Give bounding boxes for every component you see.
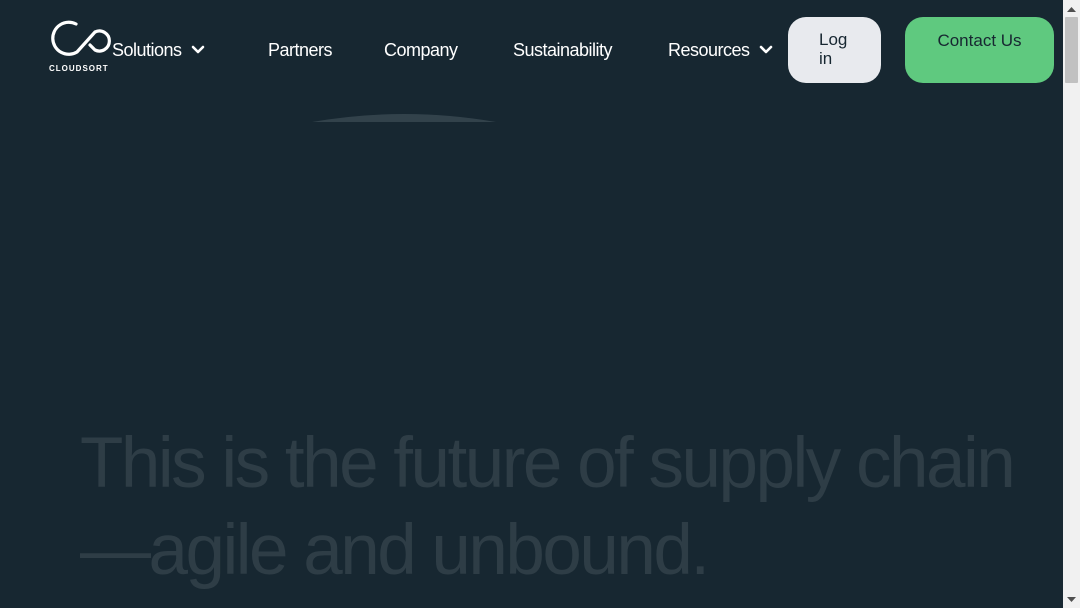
scroll-up-arrow-icon[interactable] xyxy=(1063,0,1080,17)
contact-us-button-label: Contact Us xyxy=(937,31,1022,50)
login-button[interactable]: Log in xyxy=(788,17,881,83)
login-button-label: Log in xyxy=(819,30,848,68)
nav-solutions-label: Solutions xyxy=(112,39,182,60)
nav-sustainability[interactable]: Sustainability xyxy=(513,38,613,62)
nav-resources[interactable]: Resources xyxy=(668,38,773,62)
contact-us-button[interactable]: Contact Us xyxy=(905,17,1054,83)
decorative-arc xyxy=(312,114,496,122)
nav-sustainability-label: Sustainability xyxy=(513,39,613,60)
vertical-scrollbar[interactable] xyxy=(1063,0,1080,608)
scrollbar-thumb[interactable] xyxy=(1065,17,1078,83)
infinity-cloud-logo-icon xyxy=(51,20,111,56)
logo-wordmark: CLOUDSORT xyxy=(49,64,109,73)
nav-partners[interactable]: Partners xyxy=(268,38,333,62)
scroll-down-arrow-icon[interactable] xyxy=(1063,591,1080,608)
viewport: CLOUDSORT Solutions Partners Company Sus… xyxy=(0,0,1063,608)
nav-partners-label: Partners xyxy=(268,39,333,60)
nav-company[interactable]: Company xyxy=(384,38,458,62)
browser-page: CLOUDSORT Solutions Partners Company Sus… xyxy=(0,0,1080,608)
chevron-down-icon xyxy=(759,45,772,54)
nav-resources-label: Resources xyxy=(668,39,750,60)
nav-company-label: Company xyxy=(384,39,458,60)
cloudsort-logo[interactable]: CLOUDSORT xyxy=(46,14,116,76)
nav-solutions[interactable]: Solutions xyxy=(112,38,205,62)
chevron-down-icon xyxy=(191,45,204,54)
hero-headline: This is the future of supply chain—agile… xyxy=(80,424,1016,590)
